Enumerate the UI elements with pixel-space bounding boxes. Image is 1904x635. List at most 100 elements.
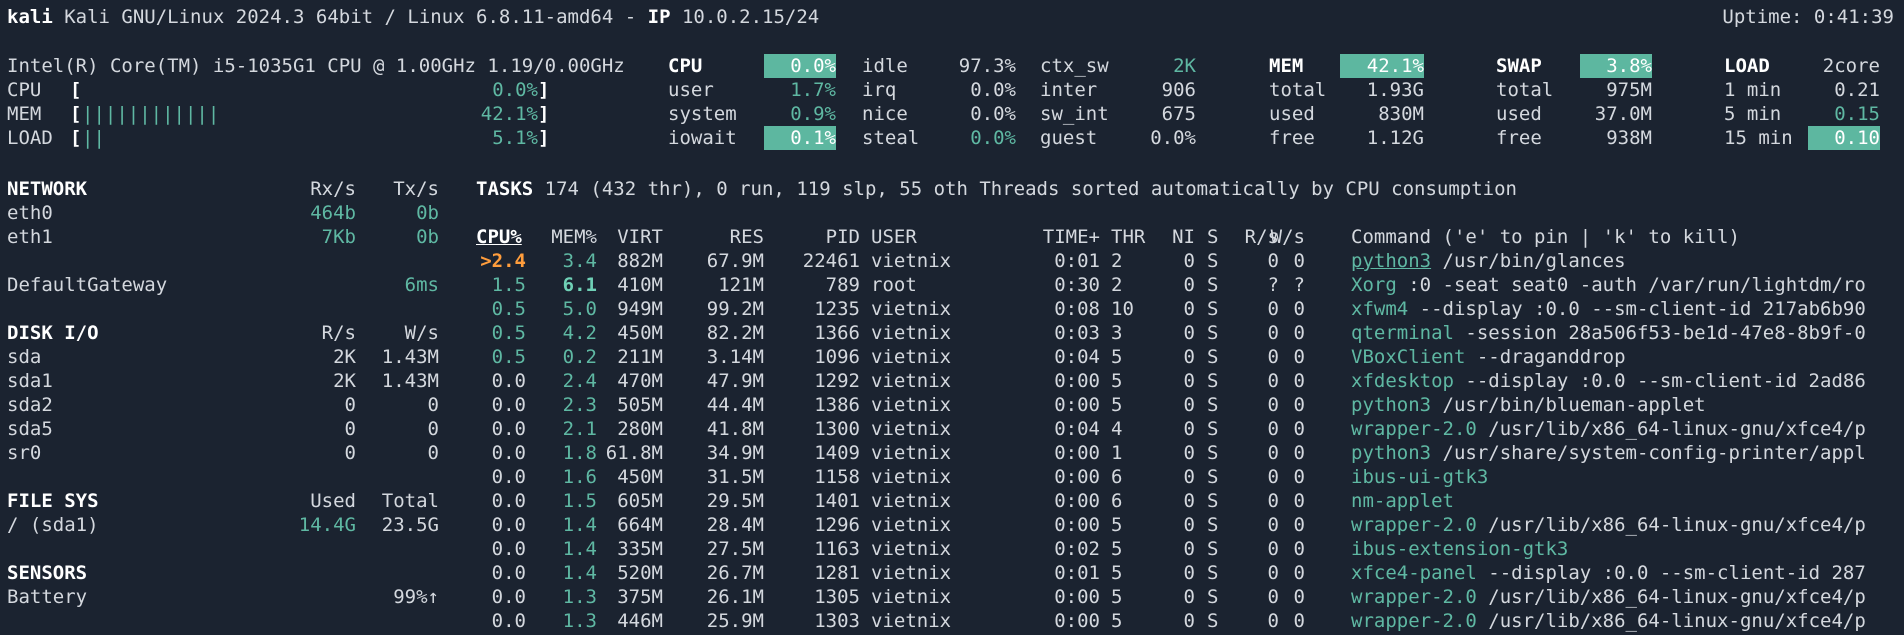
- process-name: python3: [1351, 250, 1432, 272]
- cell-ni: 0: [1183, 586, 1195, 608]
- col-header-ws[interactable]: W/s: [1265, 225, 1305, 249]
- disk-name: sda5: [7, 418, 53, 440]
- col-header-virt[interactable]: VIRT: [583, 225, 663, 249]
- cell-command[interactable]: Xorg :0 -seat seat0 -auth /var/run/light…: [1351, 273, 1904, 297]
- cell-command[interactable]: ibus-extension-gtk3: [1351, 537, 1904, 561]
- cpu-name: Intel(R) Core(TM) i5-1035G1 CPU @ 1.00GH…: [7, 55, 625, 77]
- cell-res: 47.9M: [706, 370, 764, 392]
- cell-command[interactable]: wrapper-2.0 /usr/lib/x86_64-linux-gnu/xf…: [1351, 513, 1904, 537]
- uptime: Uptime: 0:41:39: [1722, 6, 1894, 28]
- cpu-nice-value: 0.0%: [970, 103, 1016, 125]
- cell-ws: 0: [1293, 610, 1305, 632]
- cell-user: vietnix: [871, 250, 952, 272]
- col-header-pid[interactable]: PID: [770, 225, 860, 249]
- cell-res: 121M: [718, 274, 764, 296]
- cell-user: vietnix: [871, 466, 952, 488]
- col-header-ni[interactable]: NI: [1155, 225, 1195, 249]
- cell-command[interactable]: wrapper-2.0 /usr/lib/x86_64-linux-gnu/xf…: [1351, 609, 1904, 633]
- cell-time: 0:30: [1054, 274, 1100, 296]
- process-name: python3: [1351, 394, 1432, 416]
- cell-command[interactable]: ibus-ui-gtk3: [1351, 465, 1904, 489]
- cell-command[interactable]: VBoxClient --draganddrop: [1351, 345, 1904, 369]
- disk-w-value: 0: [427, 418, 439, 440]
- cell-ws: 0: [1293, 298, 1305, 320]
- cell-s: S: [1207, 250, 1219, 272]
- cell-virt: 470M: [617, 370, 663, 392]
- fs-mount: / (sda1): [7, 514, 99, 536]
- cell-command[interactable]: nm-applet: [1351, 489, 1904, 513]
- cell-user: vietnix: [871, 442, 952, 464]
- os-info: Kali GNU/Linux 2024.3 64bit / Linux 6.8.…: [64, 6, 637, 28]
- col-header-res[interactable]: RES: [674, 225, 764, 249]
- quicklook-bracket-open: [: [70, 127, 82, 149]
- cell-res: 44.4M: [706, 394, 764, 416]
- col-header-time[interactable]: TIME+: [1020, 225, 1100, 249]
- quicklook-bracket-close: ]: [538, 79, 550, 101]
- cell-s: S: [1207, 610, 1219, 632]
- cell-pid: 1096: [814, 346, 860, 368]
- cell-command[interactable]: xfce4-panel --display :0.0 --sm-client-i…: [1351, 561, 1904, 585]
- cell-pid: 1296: [814, 514, 860, 536]
- cell-thr: 5: [1111, 610, 1123, 632]
- cell-user: vietnix: [871, 322, 952, 344]
- process-name: wrapper-2.0: [1351, 586, 1477, 608]
- cell-ni: 0: [1183, 490, 1195, 512]
- cell-time: 0:00: [1054, 370, 1100, 392]
- col-header-thr[interactable]: THR: [1111, 225, 1145, 249]
- cell-thr: 6: [1111, 466, 1123, 488]
- cell-res: 3.14M: [706, 346, 764, 368]
- cell-pid: 1401: [814, 490, 860, 512]
- col-header-user[interactable]: USER: [871, 225, 917, 249]
- cell-user: root: [871, 274, 917, 296]
- cell-virt: 446M: [617, 610, 663, 632]
- mem-total-value: 1.93G: [1366, 79, 1424, 101]
- cell-res: 31.5M: [706, 466, 764, 488]
- cell-command[interactable]: xfdesktop --display :0.0 --sm-client-id …: [1351, 369, 1904, 393]
- cell-time: 0:08: [1054, 298, 1100, 320]
- cell-command[interactable]: wrapper-2.0 /usr/lib/x86_64-linux-gnu/xf…: [1351, 585, 1904, 609]
- ip-address: 10.0.2.15/24: [681, 6, 820, 28]
- process-args: --display :0.0 --sm-client-id 217ab6b90: [1408, 298, 1866, 320]
- cell-thr: 2: [1111, 250, 1123, 272]
- load-15min-label: 15 min: [1724, 127, 1793, 149]
- swap-used-label: used: [1496, 103, 1542, 125]
- network-rx-value: 7Kb: [321, 226, 356, 248]
- cell-command[interactable]: python3 /usr/bin/glances: [1351, 249, 1904, 273]
- col-header-s[interactable]: S: [1207, 225, 1218, 249]
- cell-res: 29.5M: [706, 490, 764, 512]
- network-iface: eth1: [7, 226, 53, 248]
- swap-percent: 3.8%: [1580, 54, 1652, 78]
- cell-command[interactable]: qterminal -session 28a506f53-be1d-47e8-8…: [1351, 321, 1904, 345]
- cell-res: 67.9M: [706, 250, 764, 272]
- cell-command[interactable]: python3 /usr/share/system-config-printer…: [1351, 441, 1904, 465]
- cpu-ctx_sw-label: ctx_sw: [1040, 55, 1109, 77]
- cell-ni: 0: [1183, 322, 1195, 344]
- process-name: xfce4-panel: [1351, 562, 1477, 584]
- cell-command[interactable]: wrapper-2.0 /usr/lib/x86_64-linux-gnu/xf…: [1351, 417, 1904, 441]
- cell-ni: 0: [1183, 466, 1195, 488]
- cell-res: 41.8M: [706, 418, 764, 440]
- swap-title: SWAP: [1496, 55, 1542, 77]
- fs-used-header: Used: [310, 490, 356, 512]
- cell-ws: ?: [1293, 274, 1305, 296]
- cell-virt: 450M: [617, 322, 663, 344]
- process-name: VBoxClient: [1351, 346, 1466, 368]
- cpu-steal-value: 0.0%: [970, 127, 1016, 149]
- cell-thr: 2: [1111, 274, 1123, 296]
- process-name: ibus-ui-gtk3: [1351, 466, 1489, 488]
- cell-ws: 0: [1293, 394, 1305, 416]
- fs-title: FILE SYS: [7, 490, 99, 512]
- cell-virt: 61.8M: [605, 442, 663, 464]
- cell-command[interactable]: python3 /usr/bin/blueman-applet: [1351, 393, 1904, 417]
- cell-virt: 605M: [617, 490, 663, 512]
- cell-virt: 410M: [617, 274, 663, 296]
- col-header-cpu[interactable]: CPU%: [476, 225, 522, 249]
- quicklook-label-cpu: CPU: [7, 79, 42, 101]
- cell-ws: 0: [1293, 514, 1305, 536]
- cell-command[interactable]: xfwm4 --display :0.0 --sm-client-id 217a…: [1351, 297, 1904, 321]
- cell-s: S: [1207, 490, 1219, 512]
- cpu-iowait-value: 0.1%: [764, 126, 836, 150]
- swap-total-value: 975M: [1606, 79, 1652, 101]
- network-tx-header: Tx/s: [393, 178, 439, 200]
- process-name: python3: [1351, 442, 1432, 464]
